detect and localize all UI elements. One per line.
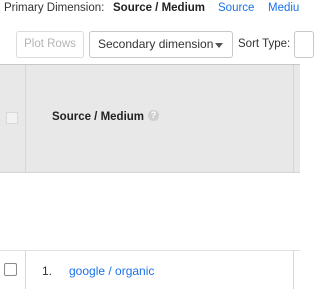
table-row: 1. google / organic bbox=[0, 251, 300, 289]
sort-type-label: Sort Type: bbox=[238, 38, 291, 50]
secondary-dimension-dropdown[interactable]: Secondary dimension bbox=[89, 31, 233, 58]
column-header-source-medium[interactable]: Source / Medium bbox=[52, 111, 144, 123]
table-header-row: Source / Medium ? bbox=[0, 65, 300, 172]
chevron-down-icon bbox=[215, 43, 223, 48]
help-icon[interactable]: ? bbox=[148, 110, 159, 121]
primary-dimension-label: Primary Dimension: bbox=[4, 2, 105, 14]
primary-dimension-selected: Source / Medium bbox=[113, 2, 206, 14]
totals-row bbox=[0, 173, 300, 250]
row-source-medium-link[interactable]: google / organic bbox=[69, 264, 154, 278]
primary-dimension-option-medium[interactable]: Mediu bbox=[268, 0, 299, 17]
row-index: 1. bbox=[42, 264, 53, 278]
primary-dimension-option-source[interactable]: Source bbox=[218, 0, 254, 17]
sort-type-dropdown[interactable] bbox=[294, 31, 314, 58]
row-checkbox[interactable] bbox=[4, 263, 17, 276]
plot-rows-button[interactable]: Plot Rows bbox=[16, 31, 84, 58]
select-all-checkbox[interactable] bbox=[6, 112, 18, 124]
primary-dimension-bar: Primary Dimension: Source / Medium Sourc… bbox=[0, 0, 300, 20]
secondary-dimension-label: Secondary dimension bbox=[98, 37, 214, 51]
table-controls: Plot Rows Secondary dimension Sort Type: bbox=[0, 28, 314, 60]
